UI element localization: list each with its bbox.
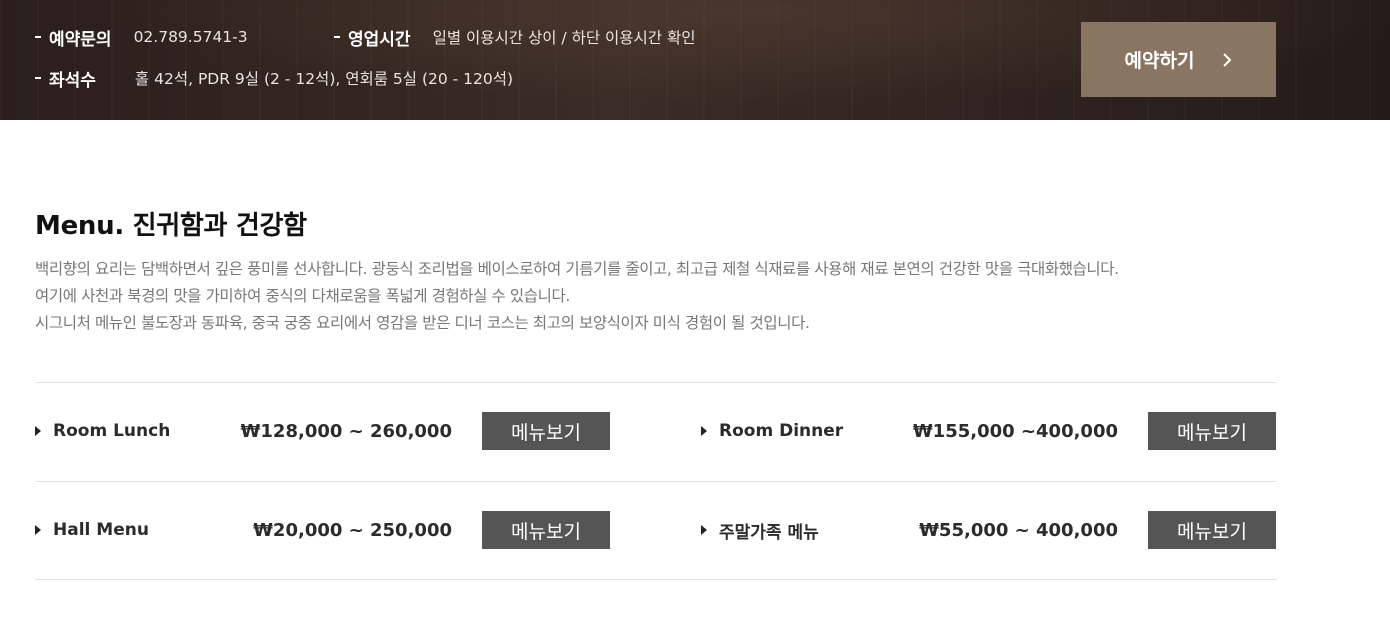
description-line: 백리향의 요리는 담백하면서 깊은 풍미를 선사합니다. 광둥식 조리법을 베이… bbox=[35, 260, 1119, 278]
menu-item-room-lunch: Room Lunch ₩128,000 ~ 260,000 메뉴보기 bbox=[35, 412, 610, 450]
menu-description: 백리향의 요리는 담백하면서 깊은 풍미를 선사합니다. 광둥식 조리법을 베이… bbox=[35, 256, 1285, 337]
reservation-row: 예약문의 02.789.5741-3 bbox=[35, 24, 248, 50]
reservation-label-text: 예약문의 bbox=[49, 29, 112, 50]
seats-label-text: 좌석수 bbox=[49, 70, 96, 91]
menu-item-name: Room Lunch bbox=[35, 412, 170, 450]
menu-item-name-text: Room Lunch bbox=[53, 421, 171, 441]
menu-item-name-text: Room Dinner bbox=[719, 421, 844, 441]
menu-item-price: ₩20,000 ~ 250,000 bbox=[253, 519, 452, 541]
dash-icon bbox=[35, 36, 41, 38]
view-menu-button[interactable]: 메뉴보기 bbox=[482, 511, 610, 549]
dash-icon bbox=[334, 36, 340, 38]
description-line: 여기에 사천과 북경의 맛을 가미하여 중식의 다채로움을 폭넓게 경험하실 수… bbox=[35, 287, 570, 305]
divider bbox=[35, 481, 1277, 482]
menu-item-price: ₩155,000 ~400,000 bbox=[912, 420, 1118, 442]
reservation-phone: 02.789.5741-3 bbox=[133, 28, 248, 46]
menu-item-name: Room Dinner bbox=[701, 412, 843, 450]
divider bbox=[35, 382, 1277, 383]
seats-label: 좌석수 bbox=[35, 66, 96, 91]
reserve-button[interactable]: 예약하기 bbox=[1081, 22, 1276, 97]
menu-item-name: 주말가족 메뉴 bbox=[701, 511, 819, 549]
hours-label-text: 영업시간 bbox=[348, 29, 411, 50]
triangle-right-icon bbox=[35, 426, 41, 436]
view-menu-button[interactable]: 메뉴보기 bbox=[1148, 511, 1276, 549]
triangle-right-icon bbox=[701, 525, 707, 535]
menu-item-room-dinner: Room Dinner ₩155,000 ~400,000 메뉴보기 bbox=[701, 412, 1276, 450]
hours-value: 일별 이용시간 상이 / 하단 이용시간 확인 bbox=[432, 29, 696, 47]
menu-item-name-text: 주말가족 메뉴 bbox=[719, 522, 819, 543]
dash-icon bbox=[35, 77, 41, 79]
menu-title-ko: 진귀함과 건강함 bbox=[132, 211, 307, 241]
triangle-right-icon bbox=[35, 525, 41, 535]
hours-row: 영업시간 일별 이용시간 상이 / 하단 이용시간 확인 bbox=[334, 24, 696, 50]
menu-title: Menu. 진귀함과 건강함 bbox=[35, 205, 307, 242]
view-menu-button[interactable]: 메뉴보기 bbox=[1148, 412, 1276, 450]
menu-item-hall-menu: Hall Menu ₩20,000 ~ 250,000 메뉴보기 bbox=[35, 511, 610, 549]
info-bar: 예약문의 02.789.5741-3 영업시간 일별 이용시간 상이 / 하단 … bbox=[0, 0, 1390, 120]
description-line: 시그니처 메뉴인 불도장과 동파육, 중국 궁중 요리에서 영감을 받은 디너 … bbox=[35, 314, 810, 332]
reservation-label: 예약문의 bbox=[35, 25, 112, 50]
menu-item-price: ₩128,000 ~ 260,000 bbox=[240, 420, 452, 442]
seats-value: 홀 42석, PDR 9실 (2 - 12석), 연회룸 5실 (20 - 12… bbox=[134, 70, 514, 88]
hours-label: 영업시간 bbox=[334, 25, 411, 50]
triangle-right-icon bbox=[701, 426, 707, 436]
view-menu-button[interactable]: 메뉴보기 bbox=[482, 412, 610, 450]
seats-row: 좌석수 홀 42석, PDR 9실 (2 - 12석), 연회룸 5실 (20 … bbox=[35, 65, 513, 91]
menu-item-price: ₩55,000 ~ 400,000 bbox=[919, 519, 1118, 541]
menu-item-weekend-family: 주말가족 메뉴 ₩55,000 ~ 400,000 메뉴보기 bbox=[701, 511, 1276, 549]
reserve-button-label: 예약하기 bbox=[1124, 50, 1195, 72]
menu-title-en: Menu. bbox=[35, 211, 124, 241]
menu-item-name-text: Hall Menu bbox=[53, 520, 149, 540]
menu-item-name: Hall Menu bbox=[35, 511, 149, 549]
divider bbox=[35, 579, 1277, 580]
chevron-right-icon bbox=[1222, 52, 1232, 68]
